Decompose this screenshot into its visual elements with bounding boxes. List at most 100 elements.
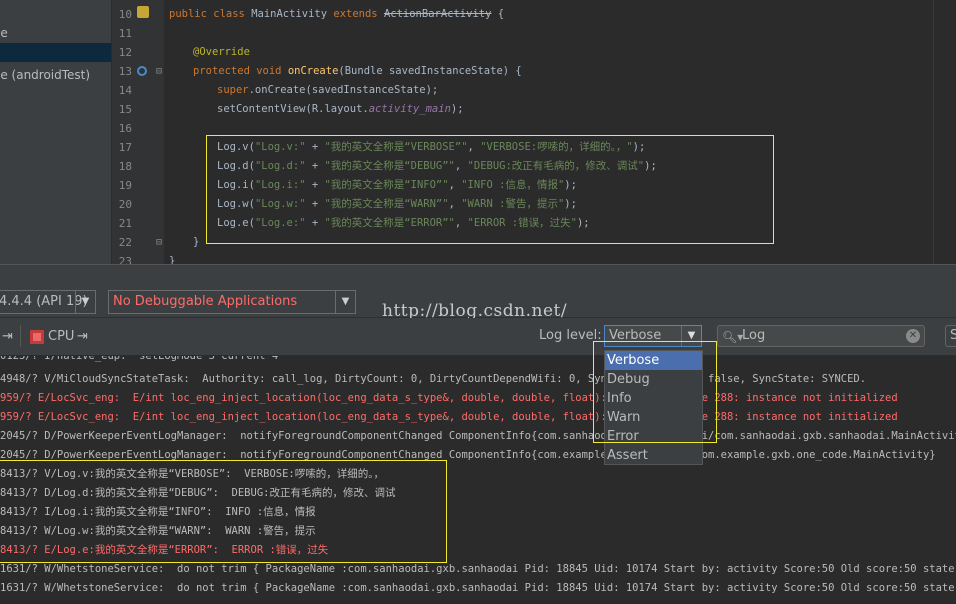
logcat-output[interactable]: 0123/? I/native_eup: setLogMode 3 curren… bbox=[0, 356, 956, 604]
code-line-14: super.onCreate(savedInstanceState); bbox=[217, 81, 438, 100]
log-level-dropdown: Verbose Debug Info Warn Error Assert bbox=[604, 350, 703, 465]
log-level-label: Log level: bbox=[539, 328, 602, 343]
params: (Bundle savedInstanceState) { bbox=[338, 65, 522, 77]
log-call: Log.d( bbox=[217, 160, 255, 172]
logcat-tab-arrow[interactable]: ⇥ bbox=[2, 328, 13, 346]
device-selector[interactable]: 4.4.4 (API 19) ▼ bbox=[0, 290, 96, 314]
process-label: No Debuggable Applications bbox=[113, 294, 298, 309]
log-line: 8413/? D/Log.d:我的英文全称是“DEBUG”: DEBUG:改正有… bbox=[0, 487, 396, 499]
project-tree-item[interactable]: le bbox=[0, 24, 111, 43]
regex-toggle[interactable]: S bbox=[945, 325, 956, 347]
class-icon[interactable] bbox=[137, 6, 149, 18]
code-line-19: Log.i("Log.i:" + "我的英文全称是“INFO”", "INFO … bbox=[217, 176, 577, 195]
line-number: 22 bbox=[118, 236, 132, 249]
string: "我的英文全称是“VERBOSE”" bbox=[324, 141, 468, 153]
string: "DEBUG:改正有毛病的，修改、调试" bbox=[467, 160, 645, 172]
log-level-option-verbose[interactable]: Verbose bbox=[605, 351, 702, 370]
log-line: 8413/? I/Log.i:我的英文全称是“INFO”: INFO :信息，情… bbox=[0, 506, 316, 518]
search-icon[interactable]: 🔍︎▾ bbox=[722, 327, 743, 347]
log-level-select[interactable]: Verbose ▼ bbox=[604, 325, 702, 347]
log-level-option-info[interactable]: Info bbox=[605, 389, 702, 408]
fold-icon[interactable]: ⊟ bbox=[156, 67, 162, 77]
log-line: 2045/? D/PowerKeeperEventLogManager: not… bbox=[0, 449, 936, 461]
code-line-13: protected void onCreate(Bundle savedInst… bbox=[193, 62, 522, 81]
log-line: 8413/? E/Log.e:我的英文全称是“ERROR”: ERROR :错误… bbox=[0, 544, 329, 556]
tree-item-label: le (androidTest) bbox=[0, 68, 91, 82]
log-line: 959/? E/LocSvc_eng: E/int loc_eng_inject… bbox=[0, 392, 898, 404]
log-level-option-debug[interactable]: Debug bbox=[605, 370, 702, 389]
search-text: Log bbox=[742, 328, 766, 343]
line-number: 15 bbox=[118, 103, 132, 116]
log-call: Log.v( bbox=[217, 141, 255, 153]
call-end: ); bbox=[564, 179, 577, 191]
op: , bbox=[448, 198, 462, 210]
project-tree-item-selected[interactable] bbox=[0, 43, 111, 62]
line-number: 16 bbox=[118, 122, 132, 135]
log-level-option-error[interactable]: Error bbox=[605, 427, 702, 446]
keyword: public class bbox=[169, 8, 252, 20]
class-name: MainActivity bbox=[251, 8, 334, 20]
project-tree-panel: le le (androidTest) bbox=[0, 0, 112, 264]
op: , bbox=[454, 217, 468, 229]
string: "我的英文全称是“ERROR”" bbox=[324, 217, 455, 229]
override-method-icon[interactable] bbox=[137, 66, 147, 76]
log-line: 8413/? V/Log.v:我的英文全称是“VERBOSE”: VERBOSE… bbox=[0, 468, 385, 480]
monitor-toolbar: ⇥ CPU ⇥ Log level: Verbose ▼ 🔍︎▾ Log ✕ S bbox=[0, 318, 956, 356]
keyword: protected void bbox=[193, 65, 288, 77]
line-number: 18 bbox=[118, 160, 132, 173]
keyword: super bbox=[217, 84, 249, 96]
cpu-icon bbox=[30, 330, 44, 344]
tree-item-label: le bbox=[0, 26, 8, 40]
op: , bbox=[448, 179, 462, 191]
log-line: 0123/? I/native_eup: setLogMode 3 curren… bbox=[0, 356, 279, 362]
code-editor[interactable]: public class MainActivity extends Action… bbox=[164, 0, 956, 264]
string: "VERBOSE:啰嗦的，详细的。，" bbox=[480, 141, 633, 153]
field: activity_main bbox=[368, 103, 451, 115]
code-line-10: public class MainActivity extends Action… bbox=[169, 5, 504, 24]
fold-end-icon[interactable]: ⊟ bbox=[156, 238, 162, 248]
log-call: Log.i( bbox=[217, 179, 255, 191]
call-end: ); bbox=[564, 198, 577, 210]
log-line: 8413/? W/Log.w:我的英文全称是“WARN”: WARN :警告，提… bbox=[0, 525, 316, 537]
string: "WARN :警告，提示" bbox=[461, 198, 565, 210]
log-level-option-warn[interactable]: Warn bbox=[605, 408, 702, 427]
process-selector[interactable]: No Debuggable Applications ▼ bbox=[108, 290, 356, 314]
code-line-15: setContentView(R.layout.activity_main); bbox=[217, 100, 464, 119]
log-call: Log.w( bbox=[217, 198, 255, 210]
log-level-option-assert[interactable]: Assert bbox=[605, 446, 702, 465]
right-margin-guide bbox=[933, 0, 934, 264]
code-line-22: } bbox=[193, 236, 200, 248]
string: "ERROR :错误，过失" bbox=[467, 217, 577, 229]
op: + bbox=[305, 141, 325, 153]
line-number: 11 bbox=[118, 27, 132, 40]
panel-splitter[interactable] bbox=[0, 264, 956, 286]
string: "我的英文全称是“INFO”" bbox=[324, 179, 449, 191]
line-number: 13 bbox=[118, 65, 132, 78]
line-number: 17 bbox=[118, 141, 132, 154]
method-name: onCreate bbox=[287, 65, 339, 77]
chevron-down-icon: ▼ bbox=[335, 291, 355, 313]
keyword: extends bbox=[333, 8, 384, 20]
log-line: 959/? E/LocSvc_eng: E/int loc_eng_inject… bbox=[0, 411, 898, 423]
log-call: Log.e( bbox=[217, 217, 255, 229]
log-line: 1631/? W/WhetstoneService: do not trim {… bbox=[0, 563, 956, 575]
cpu-tab-arrow[interactable]: ⇥ bbox=[77, 328, 88, 346]
op: , bbox=[454, 160, 468, 172]
code-line-20: Log.w("Log.w:" + "我的英文全称是“WARN”", "WARN … bbox=[217, 195, 577, 214]
clear-icon[interactable]: ✕ bbox=[906, 329, 920, 343]
op: + bbox=[305, 217, 325, 229]
string: "Log.d:" bbox=[254, 160, 306, 172]
log-line: 1631/? W/WhetstoneService: do not trim {… bbox=[0, 582, 956, 594]
deprecated-class: ActionBarActivity bbox=[383, 8, 492, 20]
cpu-tab-label[interactable]: CPU bbox=[48, 328, 74, 346]
code-line-21: Log.e("Log.e:" + "我的英文全称是“ERROR”", "ERRO… bbox=[217, 214, 590, 233]
log-line: 2045/? D/PowerKeeperEventLogManager: not… bbox=[0, 430, 956, 442]
project-tree-item[interactable]: le (androidTest) bbox=[0, 66, 111, 85]
string: "INFO :信息，情报" bbox=[461, 179, 565, 191]
line-number: 12 bbox=[118, 46, 132, 59]
log-search-input[interactable]: 🔍︎▾ Log ✕ bbox=[717, 325, 925, 347]
call: .onCreate(savedInstanceState); bbox=[248, 84, 439, 96]
code-line-23: } bbox=[169, 255, 176, 264]
op: + bbox=[305, 160, 325, 172]
code-line-18: Log.d("Log.d:" + "我的英文全称是“DEBUG”", "DEBU… bbox=[217, 157, 657, 176]
